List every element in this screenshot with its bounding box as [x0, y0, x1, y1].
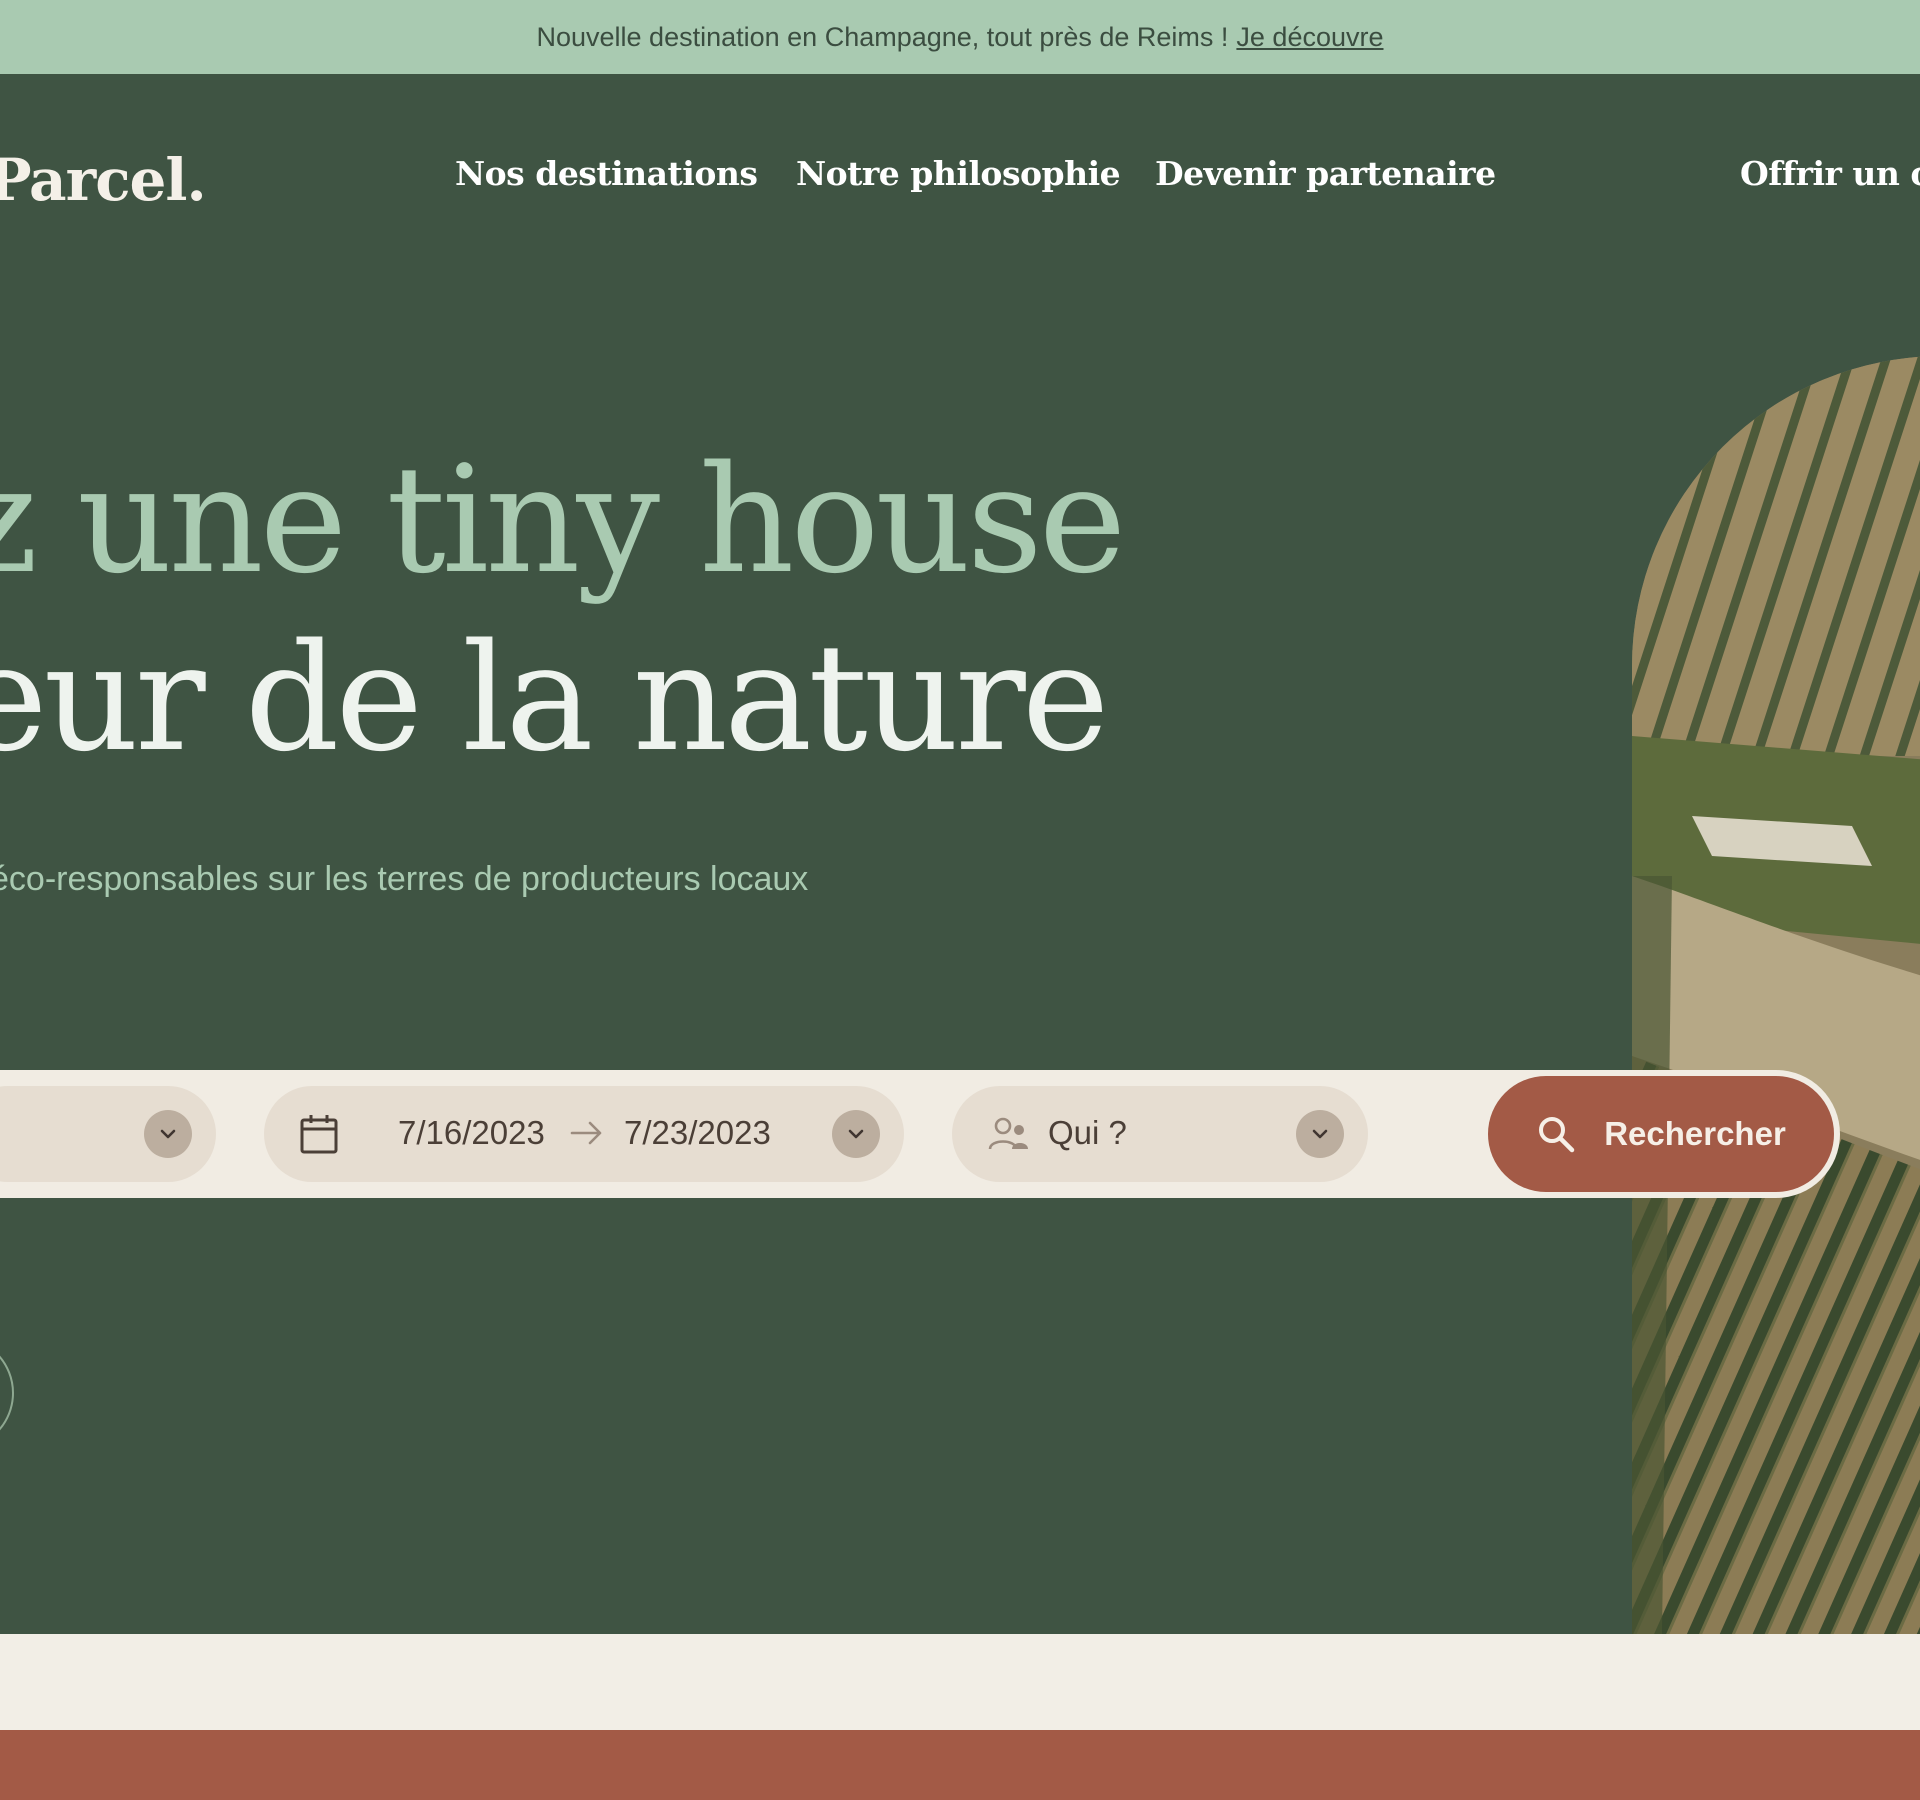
guests-placeholder[interactable]: Qui ? — [1048, 1114, 1127, 1152]
users-icon — [988, 1116, 1030, 1157]
announcement-bar: Nouvelle destination en Champagne, tout … — [0, 0, 1920, 74]
date-to[interactable]: 7/23/2023 — [624, 1114, 771, 1152]
scroll-indicator-circle[interactable] — [0, 1336, 14, 1450]
nav-item-partenaire[interactable]: Devenir partenaire — [1155, 154, 1496, 193]
hero-photo-vineyard — [1632, 356, 1920, 1634]
chevron-down-icon[interactable] — [1296, 1110, 1344, 1158]
nav-item-destinations[interactable]: Nos destinations — [455, 154, 758, 193]
bottom-color-band — [0, 1730, 1920, 1800]
announcement-text: Nouvelle destination en Champagne, tout … — [536, 21, 1229, 52]
hero-section: Parcel. Nos destinations Notre philosoph… — [0, 74, 1920, 1634]
search-icon — [1536, 1114, 1576, 1154]
nav-item-philosophie[interactable]: Notre philosophie — [796, 154, 1121, 193]
search-bar: 7/16/2023 7/23/2023 Qui ? Rechercher — [0, 1070, 1840, 1198]
dates-field[interactable]: 7/16/2023 7/23/2023 — [264, 1086, 904, 1182]
arrow-right-icon — [570, 1118, 604, 1153]
hero-title-line-1: z une tiny house — [0, 434, 1126, 606]
search-button-label: Rechercher — [1604, 1115, 1786, 1152]
destination-field[interactable] — [0, 1086, 216, 1182]
logo[interactable]: Parcel. — [0, 146, 207, 214]
guests-field[interactable]: Qui ? — [952, 1086, 1368, 1182]
hero-subtitle: éco-responsables sur les terres de produ… — [0, 860, 809, 898]
search-button[interactable]: Rechercher — [1488, 1076, 1834, 1192]
calendar-icon — [300, 1114, 338, 1159]
announcement-link[interactable]: Je découvre — [1236, 22, 1383, 53]
nav-item-offrir[interactable]: Offrir un ca — [1740, 154, 1920, 193]
chevron-down-icon[interactable] — [144, 1110, 192, 1158]
hero-title-line-2: eur de la nature — [0, 612, 1109, 784]
chevron-down-icon[interactable] — [832, 1110, 880, 1158]
date-from[interactable]: 7/16/2023 — [398, 1114, 545, 1152]
